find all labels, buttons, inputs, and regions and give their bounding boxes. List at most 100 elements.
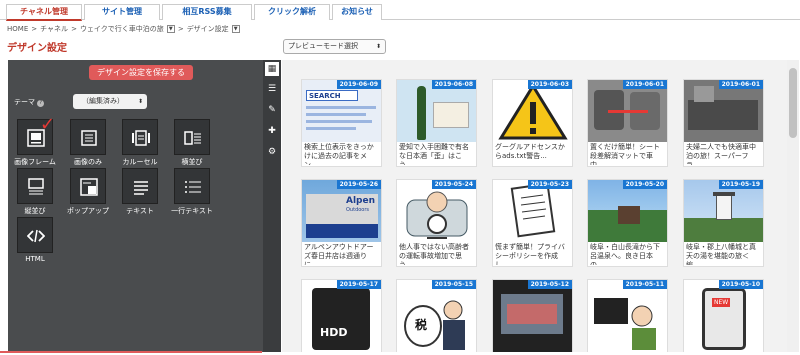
date-badge: 2019-05-12 <box>527 280 572 289</box>
article-title: 愛知で入手困難で有名な日本酒「歪」はこう... <box>399 143 469 165</box>
article-thumbnail <box>684 80 763 142</box>
warning-icon <box>498 83 568 140</box>
date-badge: 2019-05-10 <box>718 280 763 289</box>
preview-scrollbar[interactable] <box>787 60 799 352</box>
breadcrumb-blog[interactable]: ウェイクで行く車中泊の旅 <box>80 24 164 34</box>
article-card[interactable]: 税 2019-05-15 <box>396 279 477 352</box>
panel-bottom-accent <box>0 351 262 353</box>
article-thumbnail: 税 <box>397 280 476 352</box>
tab-rss-recruit[interactable]: 相互RSS募集 <box>162 4 252 20</box>
layout-option-horizontal[interactable] <box>174 119 210 155</box>
article-card[interactable]: 2019-05-20 岐阜・白山長滝から下呂温泉へ。良き日本の... <box>587 179 668 267</box>
article-card[interactable]: NEW 2019-05-10 <box>683 279 764 352</box>
tab-site-management[interactable]: サイト管理 <box>84 4 160 20</box>
selected-check-icon: ✓ <box>40 114 56 135</box>
sliders-icon[interactable]: ☰ <box>265 82 279 96</box>
layout-option-html[interactable] <box>17 217 53 253</box>
article-card[interactable]: 2019-05-12 <box>492 279 573 352</box>
carousel-icon <box>132 130 150 146</box>
layout-option-image-only[interactable] <box>70 119 106 155</box>
date-badge: 2019-06-01 <box>622 80 667 89</box>
chevron-down-icon: ⬍ <box>137 98 143 105</box>
date-badge: 2019-05-11 <box>622 280 667 289</box>
article-thumbnail: HDD <box>302 280 381 352</box>
theme-label: テーマ ? <box>14 97 45 107</box>
article-title: 岐阜・白山長滝から下呂温泉へ。良き日本の... <box>590 243 660 265</box>
article-thumbnail <box>493 80 572 142</box>
breadcrumb-home[interactable]: HOME <box>7 25 28 33</box>
article-thumbnail <box>684 180 763 242</box>
option-label: 縦並び <box>24 207 46 215</box>
breadcrumb-channel[interactable]: チャネル <box>40 24 68 34</box>
layout-option-popup[interactable] <box>70 168 106 204</box>
store-sign-sub: Outdoors <box>346 207 370 213</box>
article-thumbnail: SEARCH <box>302 80 381 142</box>
article-card[interactable]: 2019-06-01 夫婦二人でも快適車中泊の旅！スーパーフラ... <box>683 79 764 167</box>
article-card[interactable]: 2019-05-11 <box>587 279 668 352</box>
article-thumbnail <box>588 80 667 142</box>
article-card[interactable]: 2019-05-19 岐阜・郡上八幡城と真天の湯を堪能の旅＜編... <box>683 179 764 267</box>
article-card[interactable]: 2019-06-08 愛知で入手困難で有名な日本酒「歪」はこう... <box>396 79 477 167</box>
tab-click-analysis[interactable]: クリック解析 <box>254 4 330 20</box>
article-card[interactable]: HDD 2019-05-17 <box>301 279 382 352</box>
date-badge: 2019-05-20 <box>622 180 667 189</box>
computer-user-illustration <box>594 298 656 350</box>
layout-option-text[interactable] <box>122 168 158 204</box>
option-label: ポップアップ <box>67 207 109 215</box>
new-badge: NEW <box>712 298 731 307</box>
tax-bag-illustration <box>404 300 465 350</box>
option-label: テキスト <box>126 207 154 215</box>
chevron-down-icon[interactable]: ▼ <box>166 25 175 33</box>
date-badge: 2019-05-24 <box>431 180 476 189</box>
theme-select[interactable]: （編集済み） ⬍ <box>73 94 147 109</box>
article-card[interactable]: SEARCH 2019-06-09 検索上位表示をきっかけに過去の記事をメン..… <box>301 79 382 167</box>
vertical-icon <box>28 178 44 195</box>
article-thumbnail: Alpen Outdoors <box>302 180 381 242</box>
option-label: 画像のみ <box>74 158 102 166</box>
elderly-driver-illustration <box>406 191 468 239</box>
date-badge: 2019-06-03 <box>527 80 572 89</box>
article-title: 検索上位表示をきっかけに過去の記事をメン... <box>304 143 374 165</box>
article-thumbnail <box>493 180 572 242</box>
article-card[interactable]: Alpen Outdoors 2019-05-26 アルペンアウトドアーズ春日井… <box>301 179 382 267</box>
top-tab-bar: チャネル管理 サイト管理 相互RSS募集 クリック解析 お知らせ <box>0 0 800 21</box>
option-label: HTML <box>25 255 45 263</box>
article-card[interactable]: 2019-06-01 置くだけ簡単！シート段差解消マットで車中... <box>587 79 668 167</box>
tab-news[interactable]: お知らせ <box>332 4 382 20</box>
one-line-text-icon <box>185 181 201 193</box>
date-badge: 2019-06-01 <box>718 80 763 89</box>
breadcrumb: HOME > チャネル > ウェイクで行く車中泊の旅 ▼ > デザイン設定 ▼ <box>7 23 240 35</box>
article-card[interactable]: 2019-05-23 慌まず簡単！プライバシーポリシーを作成し... <box>492 179 573 267</box>
puzzle-icon[interactable]: ✚ <box>265 124 279 138</box>
article-title: 置くだけ簡単！シート段差解消マットで車中... <box>590 143 660 165</box>
article-thumbnail <box>493 280 572 352</box>
breadcrumb-separator: > <box>31 25 38 33</box>
layout-option-vertical[interactable] <box>17 168 53 204</box>
option-label: 画像フレーム <box>14 158 56 166</box>
image-only-icon <box>81 130 97 146</box>
tab-channel-management[interactable]: チャネル管理 <box>6 4 82 21</box>
breadcrumb-design: デザイン設定 <box>186 25 229 33</box>
help-icon[interactable]: ? <box>37 100 45 107</box>
preview-mode-select[interactable]: プレビューモード選択 ⬍ <box>283 39 386 54</box>
grid-icon[interactable]: ▦ <box>265 62 279 76</box>
breadcrumb-separator: > <box>177 25 184 33</box>
theme-value: （編集済み） <box>82 97 124 105</box>
gear-icon[interactable]: ⚙ <box>265 145 279 159</box>
brush-icon[interactable]: ✎ <box>265 103 279 117</box>
layout-option-carousel[interactable] <box>122 119 158 155</box>
page-title: デザイン設定 <box>7 43 67 54</box>
horizontal-icon <box>184 131 201 145</box>
date-badge: 2019-06-08 <box>431 80 476 89</box>
search-box-graphic: SEARCH <box>306 90 358 101</box>
chevron-down-icon[interactable]: ▼ <box>231 25 240 33</box>
breadcrumb-separator: > <box>71 25 77 33</box>
article-card[interactable]: 2019-06-03 グーグルアドセンスからads.txt警告... <box>492 79 573 167</box>
date-badge: 2019-05-23 <box>527 180 572 189</box>
article-thumbnail <box>588 280 667 352</box>
article-card[interactable]: 2019-05-24 他人事ではない高齢者の運転事故増加で思う... <box>396 179 477 267</box>
layout-option-one-line-text[interactable] <box>174 168 210 204</box>
scrollbar-thumb[interactable] <box>789 68 797 138</box>
article-title: グーグルアドセンスからads.txt警告... <box>495 143 565 160</box>
save-design-button[interactable]: デザイン設定を保存する <box>89 65 193 80</box>
